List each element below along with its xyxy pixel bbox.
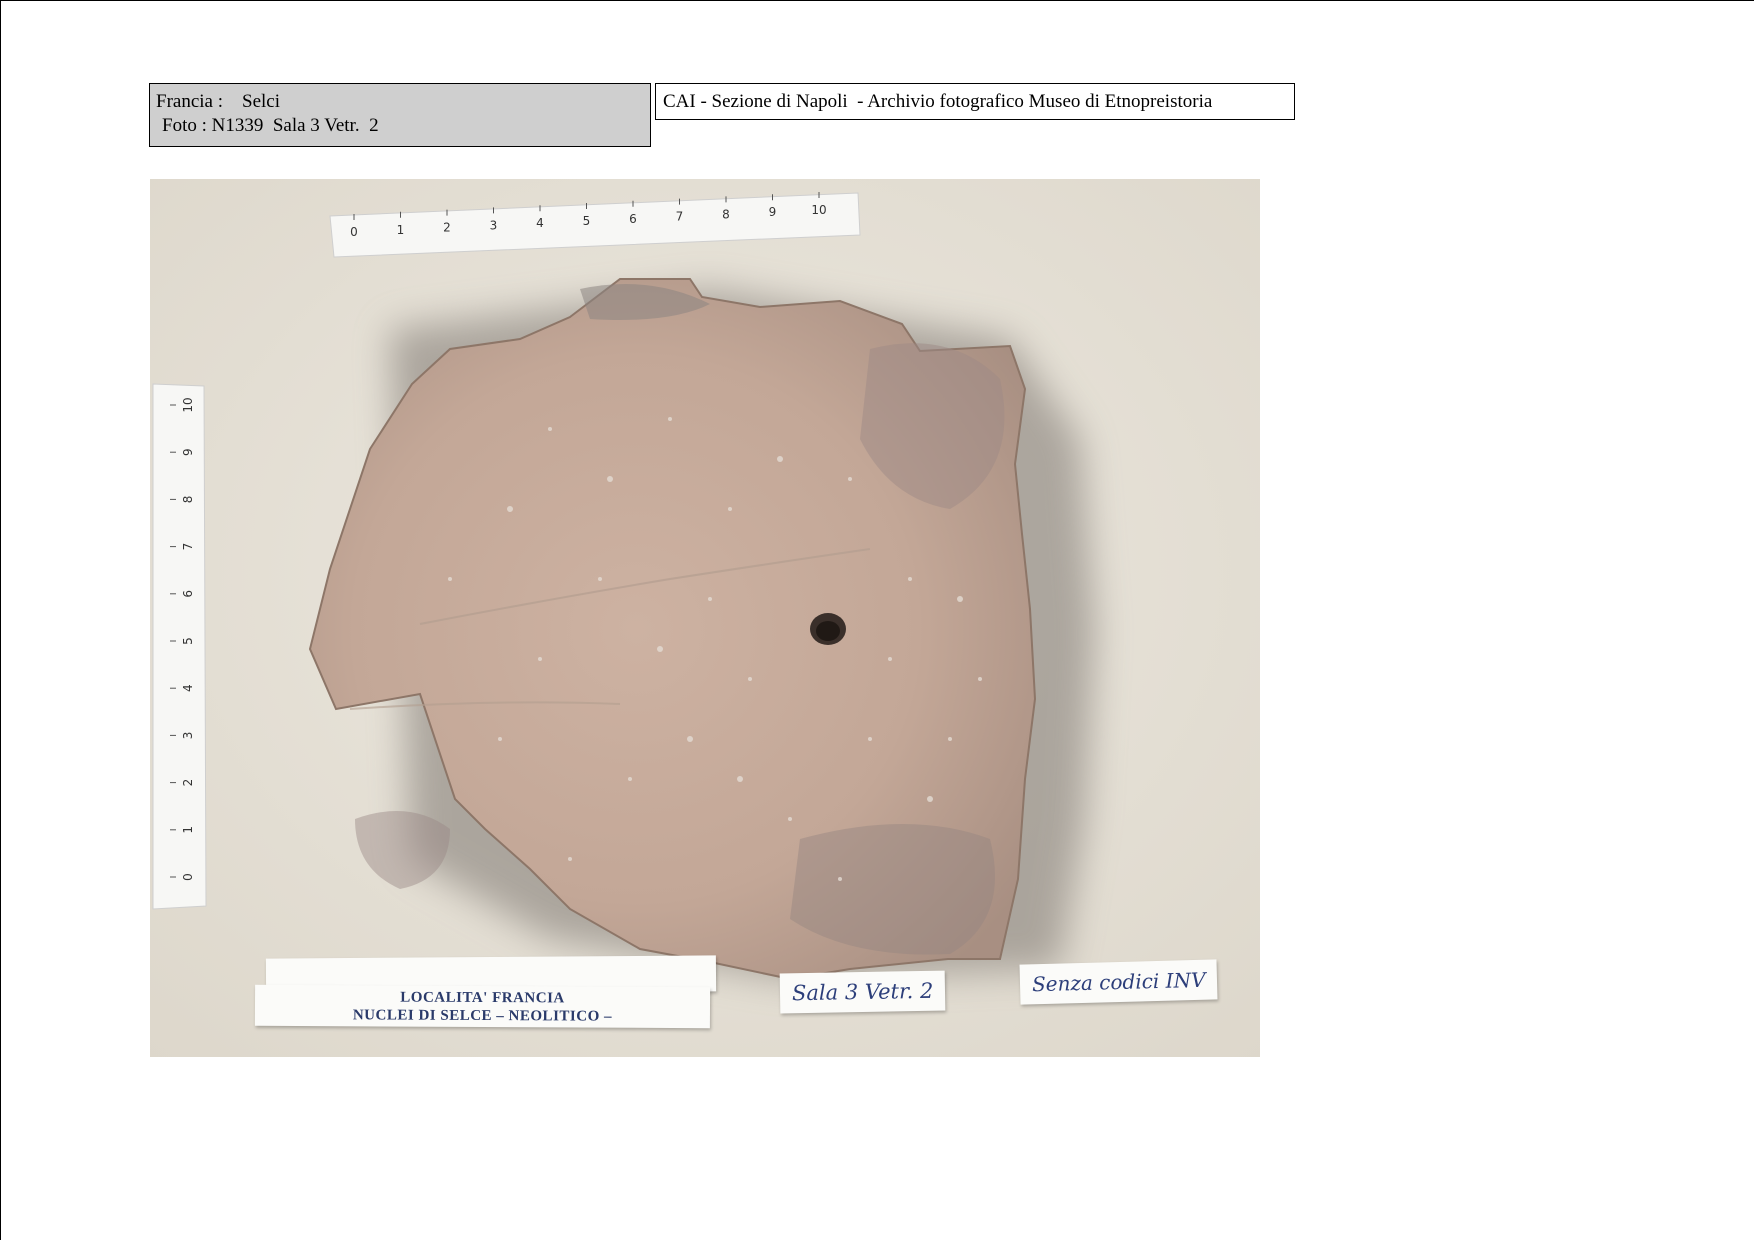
flake-scar [790,824,995,955]
ruler-top-number: 7 [676,210,684,224]
artifact-photo: 0 1 2 3 4 5 6 7 8 9 10 0 1 2 3 4 5 6 7 8 9 10 LOCALITA' FRAN… [150,179,1260,1057]
ruler-left-number: 1 [181,826,195,834]
sala-label: Sala 3 Vetr. 2 [779,970,946,1014]
ruler-left-number: 7 [181,543,195,551]
info-line-photo-ref: Foto : N1339 Sala 3 Vetr. 2 [162,115,379,136]
ruler-top-number: 3 [490,218,498,232]
locality-label: LOCALITA' FRANCIA NUCLEI DI SELCE – NEOL… [254,984,711,1029]
ruler-left-number: 5 [181,637,195,645]
ruler-left-number: 9 [181,448,195,456]
ruler-left-number: 8 [181,496,195,504]
ruler-left-number: 0 [181,873,195,881]
ruler-left [152,383,207,910]
locality-label-line2: NUCLEI DI SELCE – NEOLITICO – [352,1007,613,1025]
ruler-left-number: 3 [181,732,195,740]
info-box: Francia : Selci Foto : N1339 Sala 3 Vetr… [149,83,651,147]
ruler-top-number: 10 [811,203,826,217]
ruler-top-number: 6 [629,212,637,226]
ruler-left-number: 2 [181,779,195,787]
info-line-location: Francia : Selci [156,91,280,112]
codice-label: Senza codici INV [1019,959,1218,1005]
locality-label-line1: LOCALITA' FRANCIA [400,989,565,1007]
ruler-top-number: 2 [443,221,451,235]
ruler-top-number: 4 [536,216,544,230]
ruler-top-number: 0 [350,225,358,239]
ruler-top-number: 1 [397,223,405,237]
ruler-left-number: 4 [181,684,195,692]
ruler-top-number: 9 [769,205,777,219]
archive-title: CAI - Sezione di Napoli - Archivio fotog… [655,83,1295,120]
photo-scene: 0 1 2 3 4 5 6 7 8 9 10 0 1 2 3 4 5 6 7 8 9 10 [150,179,1260,1057]
ruler-left-number: 10 [181,397,195,412]
ruler-left-number: 6 [181,590,195,598]
ruler-top-number: 5 [583,214,591,228]
ruler-top-number: 8 [722,207,730,221]
